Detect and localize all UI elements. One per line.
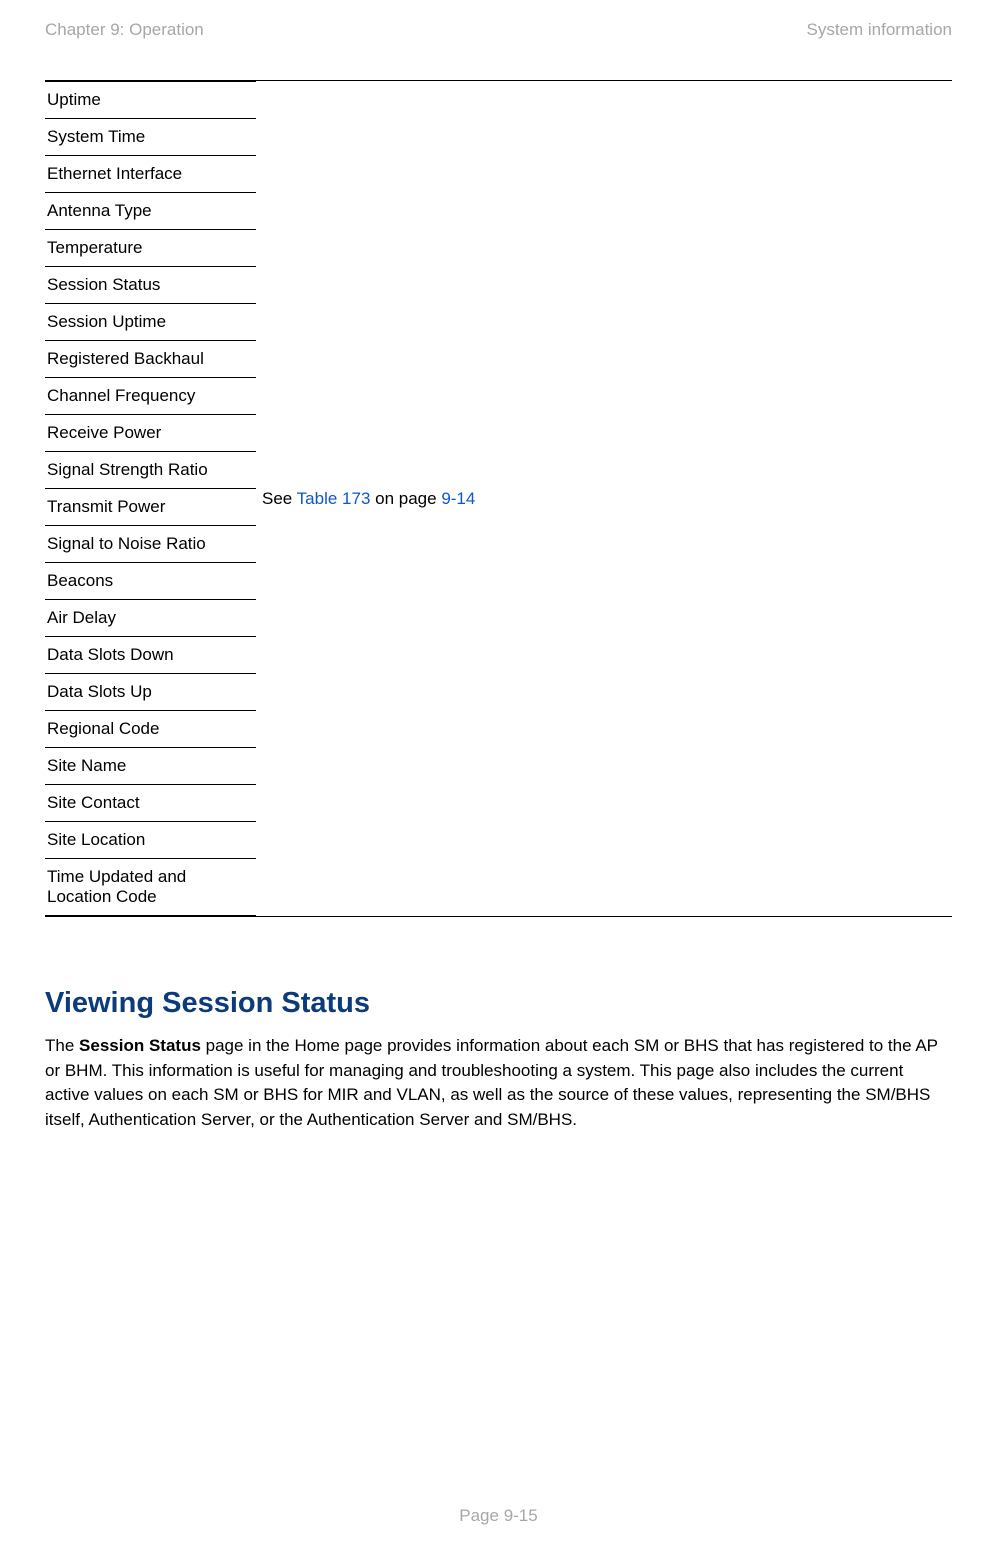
desc-prefix: See [262, 489, 297, 508]
header-chapter: Chapter 9: Operation [45, 20, 204, 40]
attr-session-status: Session Status [45, 266, 256, 303]
para-prefix: The [45, 1036, 79, 1055]
header-section: System information [807, 20, 953, 40]
attr-regional-code: Regional Code [45, 710, 256, 747]
desc-mid: on page [370, 489, 441, 508]
para-bold: Session Status [79, 1036, 201, 1055]
section-paragraph: The Session Status page in the Home page… [45, 1034, 952, 1133]
attr-air-delay: Air Delay [45, 599, 256, 636]
link-page-9-14[interactable]: 9-14 [441, 489, 475, 508]
attr-temperature: Temperature [45, 229, 256, 266]
attr-data-slots-up: Data Slots Up [45, 673, 256, 710]
attr-time-updated-location-code: Time Updated and Location Code [45, 858, 256, 916]
attr-channel-frequency: Channel Frequency [45, 377, 256, 414]
table-bottom-rule [45, 916, 952, 917]
attr-data-slots-down: Data Slots Down [45, 636, 256, 673]
page-footer: Page 9-15 [0, 1506, 997, 1526]
attr-ethernet-interface: Ethernet Interface [45, 155, 256, 192]
attr-system-time: System Time [45, 118, 256, 155]
attr-site-name: Site Name [45, 747, 256, 784]
description-column: See Table 173 on page 9-14 [256, 489, 952, 509]
attr-receive-power: Receive Power [45, 414, 256, 451]
attr-uptime: Uptime [45, 81, 256, 118]
attr-signal-strength-ratio: Signal Strength Ratio [45, 451, 256, 488]
attr-site-contact: Site Contact [45, 784, 256, 821]
attr-session-uptime: Session Uptime [45, 303, 256, 340]
attr-registered-backhaul: Registered Backhaul [45, 340, 256, 377]
section-heading: Viewing Session Status [45, 987, 952, 1020]
link-table-173[interactable]: Table 173 [297, 489, 371, 508]
attributes-table: Uptime System Time Ethernet Interface An… [45, 81, 952, 916]
attr-transmit-power: Transmit Power [45, 488, 256, 525]
attr-antenna-type: Antenna Type [45, 192, 256, 229]
attribute-column: Uptime System Time Ethernet Interface An… [45, 81, 256, 916]
attr-site-location: Site Location [45, 821, 256, 858]
attr-signal-to-noise-ratio: Signal to Noise Ratio [45, 525, 256, 562]
attr-beacons: Beacons [45, 562, 256, 599]
